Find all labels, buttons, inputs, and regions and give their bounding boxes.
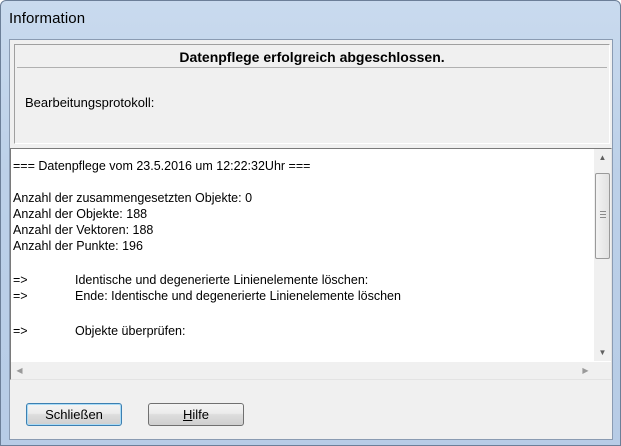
close-button[interactable]: Schließen [26, 403, 122, 426]
log-line-text: Ende: Identische und degenerierte Linien… [75, 289, 401, 303]
help-button[interactable]: Hilfe [148, 403, 244, 426]
log-line: Anzahl der Punkte: 196 [13, 239, 143, 253]
log-line-marker: => [13, 273, 28, 287]
log-line: Anzahl der Objekte: 188 [13, 207, 148, 221]
vertical-scrollbar[interactable]: ▲ ▼ [594, 149, 611, 361]
scrollbar-corner [594, 362, 611, 379]
horizontal-scrollbar[interactable]: ◀ ▶ [11, 362, 594, 379]
scrollbar-thumb[interactable] [595, 173, 610, 259]
log-line: Anzahl der zusammengesetzten Objekte: 0 [13, 191, 253, 205]
log-line: => Ende: Identische und degenerierte Lini… [13, 289, 401, 305]
log-line-marker: => [13, 324, 28, 338]
grip-icon [600, 211, 606, 218]
log-textbox[interactable]: === Datenpflege vom 23.5.2016 um 12:22:3… [10, 148, 612, 380]
up-arrow-icon[interactable]: ▲ [594, 149, 611, 166]
headline-row: Datenpflege erfolgreich abgeschlossen. [17, 47, 607, 68]
log-line: === Datenpflege vom 23.5.2016 um 12:22:3… [13, 159, 311, 173]
left-arrow-icon[interactable]: ◀ [11, 362, 28, 379]
log-text: === Datenpflege vom 23.5.2016 um 12:22:3… [13, 149, 593, 361]
log-line: Anzahl der Vektoren: 188 [13, 223, 154, 237]
close-button-label: Schließen [45, 407, 103, 422]
title-bar[interactable]: Information [1, 1, 620, 39]
log-line-text: Identische und degenerierte Linienelemen… [75, 273, 369, 287]
down-arrow-icon[interactable]: ▼ [594, 344, 611, 361]
log-line: => Objekte überprüfen: [13, 324, 186, 340]
protocol-label: Bearbeitungsprotokoll: [25, 95, 155, 110]
dialog-client-area: Datenpflege erfolgreich abgeschlossen. B… [9, 39, 613, 440]
dialog-window: Information Datenpflege erfolgreich abge… [0, 0, 621, 446]
info-panel: Datenpflege erfolgreich abgeschlossen. B… [14, 44, 610, 144]
window-title: Information [9, 10, 86, 27]
log-line-text: Objekte überprüfen: [75, 324, 186, 338]
log-line: => Identische und degenerierte Linienelem… [13, 273, 368, 289]
right-arrow-icon[interactable]: ▶ [577, 362, 594, 379]
status-headline: Datenpflege erfolgreich abgeschlossen. [179, 49, 445, 65]
help-button-label: Hilfe [182, 407, 209, 422]
log-line-marker: => [13, 289, 28, 303]
